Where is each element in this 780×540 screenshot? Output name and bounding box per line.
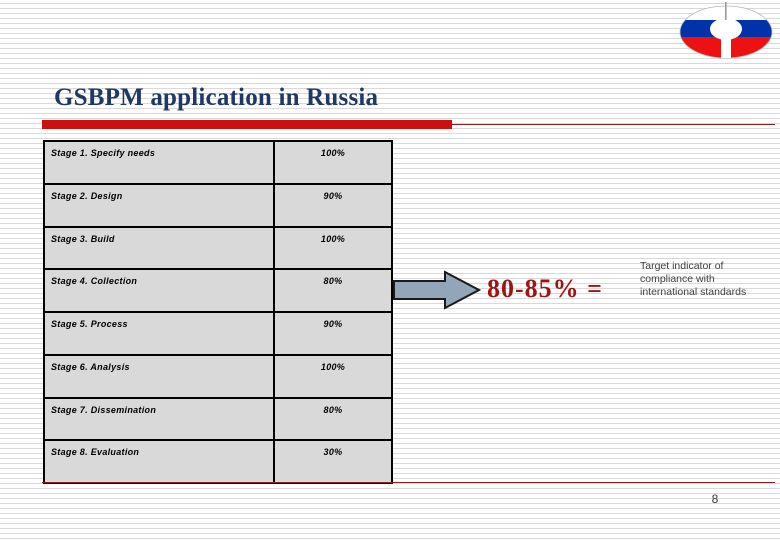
page-title: GSBPM application in Russia bbox=[54, 84, 379, 111]
stage-percent-cell: 30% bbox=[273, 439, 393, 484]
table-body: Stage 1. Specify needs 100% Stage 2. Des… bbox=[43, 140, 393, 484]
right-arrow-icon bbox=[393, 270, 482, 310]
stage-name-cell: Stage 5. Process bbox=[43, 311, 275, 356]
rosstat-logo bbox=[676, 2, 776, 60]
stage-percent-cell: 100% bbox=[273, 225, 393, 271]
table-row: Stage 3. Build 100% bbox=[43, 225, 393, 271]
table-row: Stage 5. Process 90% bbox=[43, 311, 393, 356]
stage-name-cell: Stage 6. Analysis bbox=[43, 353, 275, 399]
aggregate-percent-callout: 80-85% = bbox=[487, 274, 603, 303]
title-red-rule bbox=[42, 120, 452, 129]
stage-percent-cell: 80% bbox=[273, 268, 393, 313]
table-row: Stage 4. Collection 80% bbox=[43, 268, 393, 313]
target-indicator-note: Target indicator of compliance with inte… bbox=[640, 260, 747, 298]
stage-name-cell: Stage 7. Dissemination bbox=[43, 396, 275, 442]
stage-percent-cell: 90% bbox=[273, 311, 393, 356]
table-row: Stage 1. Specify needs 100% bbox=[43, 140, 393, 185]
stage-name-cell: Stage 4. Collection bbox=[43, 268, 275, 313]
stage-name-cell: Stage 8. Evaluation bbox=[43, 439, 275, 484]
stage-name-cell: Stage 1. Specify needs bbox=[43, 140, 275, 185]
stage-name-cell: Stage 3. Build bbox=[43, 225, 275, 271]
table-row: Stage 8. Evaluation 30% bbox=[43, 439, 393, 484]
stage-percent-cell: 80% bbox=[273, 396, 393, 442]
gsbpm-stage-table: Stage 1. Specify needs 100% Stage 2. Des… bbox=[43, 140, 393, 484]
stage-percent-cell: 90% bbox=[273, 182, 393, 228]
table-row: Stage 7. Dissemination 80% bbox=[43, 396, 393, 442]
stage-percent-cell: 100% bbox=[273, 140, 393, 185]
footer-rule bbox=[42, 482, 775, 483]
table-row: Stage 6. Analysis 100% bbox=[43, 353, 393, 399]
table-row: Stage 2. Design 90% bbox=[43, 182, 393, 228]
stage-name-cell: Stage 2. Design bbox=[43, 182, 275, 228]
stage-percent-cell: 100% bbox=[273, 353, 393, 399]
page-number: 8 bbox=[711, 492, 719, 506]
